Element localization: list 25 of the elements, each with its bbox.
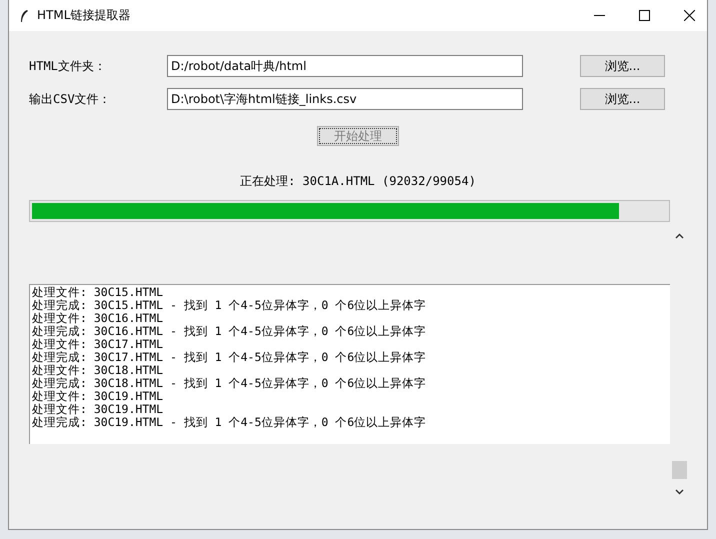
browse-button[interactable]: 浏览... bbox=[580, 55, 665, 77]
log-line: 处理完成: 30C15.HTML - 找到 1 个4-5位异体字，0 个6位以上异体字 bbox=[32, 299, 428, 312]
input-field[interactable]: D:\robot\字海html链接_links.csv bbox=[167, 88, 523, 110]
feather-icon bbox=[19, 8, 29, 22]
scroll-thumb[interactable] bbox=[672, 461, 686, 479]
log-line: 处理文件: 30C17.HTML bbox=[32, 338, 164, 351]
input-field[interactable]: D:/robot/data叶典/html bbox=[167, 55, 523, 77]
browse-button[interactable]: 浏览... bbox=[580, 88, 665, 110]
log-line: 处理文件: 30C15.HTML bbox=[32, 286, 164, 299]
log-line: 处理完成: 30C17.HTML - 找到 1 个4-5位异体字，0 个6位以上异体字 bbox=[32, 351, 428, 364]
log-line: 处理文件: 30C16.HTML bbox=[32, 312, 164, 325]
log-line: 处理文件: 30C19.HTML bbox=[32, 403, 164, 416]
log-line: 处理文件: 30C18.HTML bbox=[32, 364, 164, 377]
log-line: 处理完成: 30C19.HTML - 找到 1 个4-5位异体字，0 个6位以上异体字 bbox=[32, 416, 428, 429]
log-line: 处理完成: 30C16.HTML - 找到 1 个4-5位异体字，0 个6位以上异体字 bbox=[32, 325, 428, 338]
field-label: HTML文件夹： bbox=[29, 58, 107, 74]
field-label: 输出CSV文件： bbox=[29, 90, 112, 108]
maximize-icon[interactable] bbox=[639, 10, 650, 21]
window-title: HTML链接提取器 bbox=[37, 7, 130, 24]
close-icon[interactable] bbox=[684, 10, 695, 21]
scroll-down-icon[interactable] bbox=[674, 489, 684, 495]
status-text: 正在处理: 30C1A.HTML (92032/99054) bbox=[240, 174, 476, 188]
scroll-up-icon[interactable] bbox=[674, 233, 684, 239]
log-line: 处理文件: 30C19.HTML bbox=[32, 390, 164, 403]
log-line: 处理完成: 30C18.HTML - 找到 1 个4-5位异体字，0 个6位以上异体字 bbox=[32, 377, 428, 390]
